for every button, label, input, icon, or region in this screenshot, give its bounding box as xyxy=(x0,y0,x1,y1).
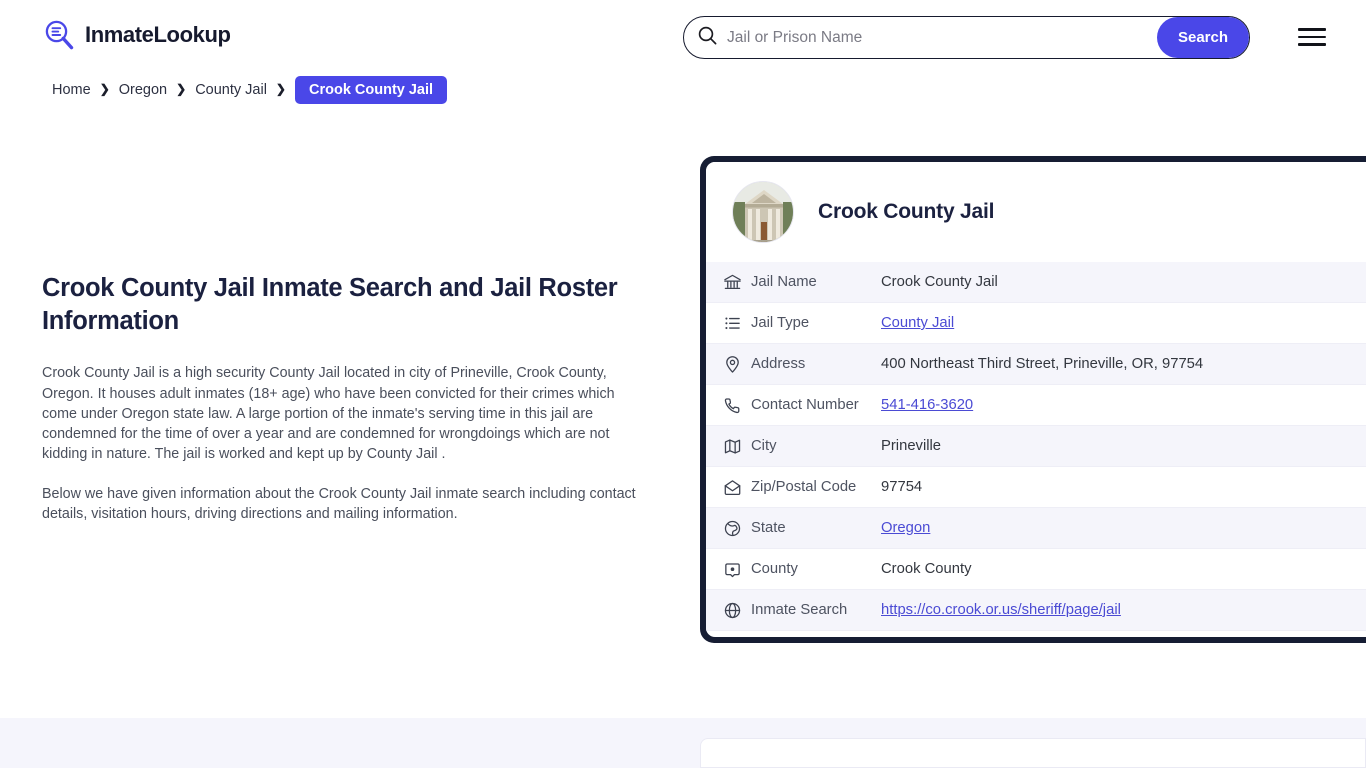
hamburger-bar xyxy=(1298,35,1326,39)
row-label: County xyxy=(751,561,798,577)
breadcrumb-item-oregon[interactable]: Oregon xyxy=(119,82,167,98)
breadcrumb: Home ❯ Oregon ❯ County Jail ❯ Crook County Jai… xyxy=(52,76,448,104)
table-row: Inmate Search https://co.crook.or.us/sher… xyxy=(706,590,1366,631)
row-value[interactable]: 541-416-3620 xyxy=(881,397,1366,413)
breadcrumb-item-home[interactable]: Home xyxy=(52,82,91,98)
phone-icon xyxy=(723,395,751,415)
row-label: Zip/Postal Code xyxy=(751,479,857,495)
row-value[interactable]: https://co.crook.or.us/sheriff/page/jail xyxy=(881,602,1366,618)
site-header: InmateLookup Search xyxy=(0,0,1366,74)
breadcrumb-item-crook-county-jail: Crook County Jail xyxy=(294,76,448,104)
row-value[interactable]: County Jail xyxy=(881,315,1366,331)
jail-info-card-title: Crook County Jail xyxy=(818,200,995,223)
table-row: Contact Number 541-416-3620 xyxy=(706,385,1366,426)
table-row: State Oregon xyxy=(706,508,1366,549)
row-value-link[interactable]: 541-416-3620 xyxy=(881,397,973,413)
intro-paragraph: Crook County Jail is a high security Cou… xyxy=(42,365,615,463)
hamburger-bar xyxy=(1298,43,1326,46)
table-row: Address 400 Northeast Third Street, Prine… xyxy=(706,344,1366,385)
row-label: Jail Type xyxy=(751,315,810,331)
table-row: County Crook County xyxy=(706,549,1366,590)
brand-logo-link[interactable]: InmateLookup xyxy=(42,18,231,52)
breadcrumb-separator-icon: ❯ xyxy=(275,82,286,96)
footer-panel xyxy=(700,738,1366,768)
row-value: 97754 xyxy=(881,479,923,495)
breadcrumb-item-county-jail[interactable]: County Jail xyxy=(195,82,267,98)
map-pin-icon xyxy=(723,354,751,374)
table-row: Jail Name Crook County Jail xyxy=(706,262,1366,303)
bank-icon xyxy=(723,272,751,292)
row-value-link[interactable]: https://co.crook.or.us/sheriff/page/jail xyxy=(881,602,1121,618)
row-label: State xyxy=(751,520,786,536)
search-button[interactable]: Search xyxy=(1157,17,1249,58)
globe-icon xyxy=(723,600,751,620)
search-input[interactable] xyxy=(717,17,1157,58)
secondary-paragraph: Below we have given information about th… xyxy=(42,485,636,523)
row-label: Address xyxy=(751,356,806,372)
courthouse-photo-avatar xyxy=(732,181,794,243)
table-row: Jail Type County Jail xyxy=(706,303,1366,344)
breadcrumb-separator-icon: ❯ xyxy=(99,82,110,96)
page-title: Crook County Jail Inmate Search and Jail… xyxy=(42,274,618,335)
brand-name: InmateLookup xyxy=(85,22,231,47)
row-value: Crook County xyxy=(881,561,972,577)
table-row: Zip/Postal Code 97754 xyxy=(706,467,1366,508)
globe-pin-icon xyxy=(723,518,751,538)
jail-info-card-header: Crook County Jail xyxy=(706,162,1366,262)
row-value-link[interactable]: Oregon xyxy=(881,520,930,536)
search-icon xyxy=(698,26,717,50)
main-content: Crook County Jail Inmate Search and Jail… xyxy=(42,272,642,543)
row-value-link[interactable]: County Jail xyxy=(881,315,954,331)
row-value: Crook County Jail xyxy=(881,274,998,290)
county-icon xyxy=(723,559,751,579)
row-label: Jail Name xyxy=(751,274,817,290)
jail-detail-table: Jail Name Crook County Jail Jail Type Count… xyxy=(706,262,1366,631)
table-row: City Prineville xyxy=(706,426,1366,467)
jail-info-card: Crook County Jail Jail Name Crook County … xyxy=(700,156,1366,643)
hamburger-bar xyxy=(1298,28,1326,31)
magnifier-list-logo-icon xyxy=(42,18,76,52)
search-bar[interactable]: Search xyxy=(683,16,1250,59)
row-label: Contact Number xyxy=(751,397,859,413)
map-icon xyxy=(723,436,751,456)
row-value[interactable]: Oregon xyxy=(881,520,1366,536)
row-value: Prineville xyxy=(881,438,942,454)
jail-info-card-inner: Crook County Jail Jail Name Crook County … xyxy=(706,162,1366,637)
envelope-icon xyxy=(723,477,751,497)
row-label: City xyxy=(751,438,777,454)
row-value: 400 Northeast Third Street, Prineville, … xyxy=(881,356,1204,372)
list-icon xyxy=(723,313,751,333)
hamburger-menu-icon[interactable] xyxy=(1298,26,1326,48)
row-label: Inmate Search xyxy=(751,602,848,618)
breadcrumb-separator-icon: ❯ xyxy=(176,82,187,96)
